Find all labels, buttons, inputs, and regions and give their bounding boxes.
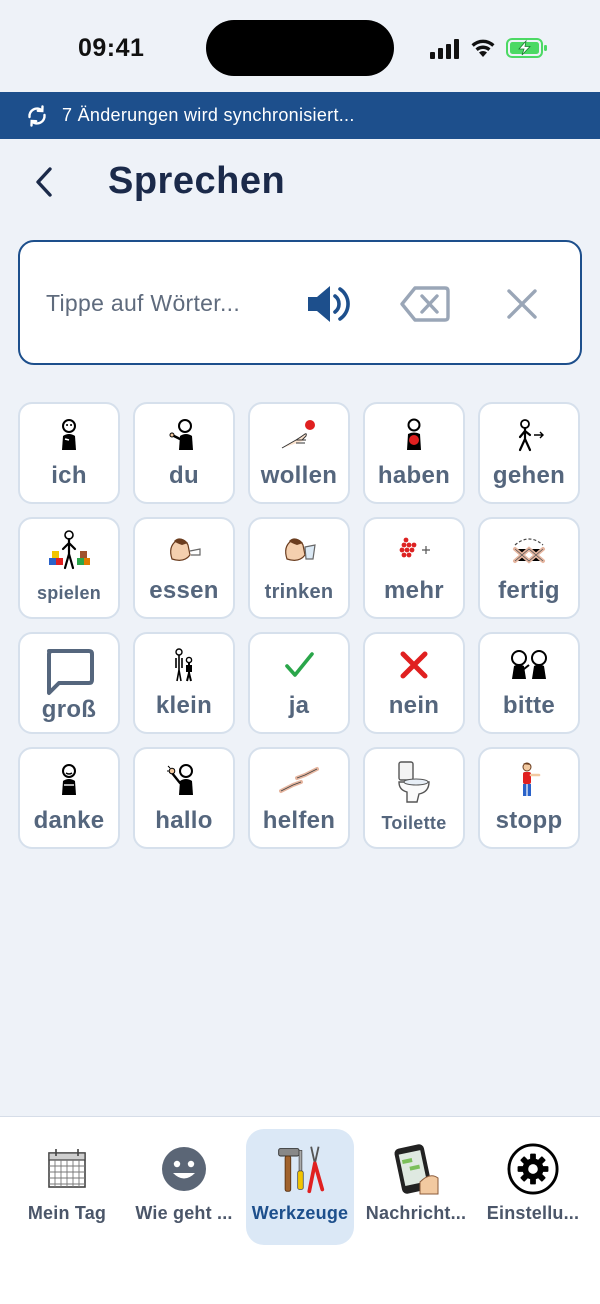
waving-icon — [135, 759, 233, 801]
word-label: nein — [388, 692, 440, 719]
word-label: ich — [51, 462, 87, 489]
word-label: danke — [33, 807, 105, 834]
word-label: bitte — [502, 692, 556, 719]
person-pointing-self-icon — [20, 414, 118, 456]
word-label: ja — [288, 692, 310, 719]
word-tile-stopp[interactable]: stopp — [478, 747, 580, 849]
word-tile-hallo[interactable]: hallo — [133, 747, 235, 849]
speaker-icon — [308, 286, 350, 322]
sentence-placeholder: Tippe auf Wörter... — [46, 290, 241, 316]
nav-item-werkzeuge[interactable]: Werkzeuge — [246, 1129, 354, 1245]
word-tile-essen[interactable]: essen — [133, 517, 235, 619]
word-label: helfen — [262, 807, 336, 834]
person-walking-icon — [480, 414, 578, 456]
stop-person-icon — [480, 759, 578, 801]
word-tile-gross[interactable]: groß — [18, 632, 120, 734]
word-label: spielen — [36, 583, 102, 603]
word-label: du — [169, 462, 199, 489]
sync-status-text: 7 Änderungen wird synchronisiert... — [62, 105, 355, 125]
word-label: hallo — [155, 807, 213, 834]
word-tile-fertig[interactable]: fertig — [478, 517, 580, 619]
calendar-icon — [41, 1143, 93, 1195]
word-label: trinken — [264, 581, 334, 603]
nav-label: Mein Tag — [27, 1203, 107, 1223]
please-icon — [480, 644, 578, 686]
cellular-signal-icon — [430, 39, 459, 59]
phone-message-icon — [390, 1143, 442, 1195]
person-drinking-icon — [250, 529, 348, 571]
word-label: wollen — [260, 462, 338, 489]
word-tile-klein[interactable]: klein — [133, 632, 235, 734]
nav-label: Wie geht ... — [135, 1203, 233, 1223]
word-tile-mehr[interactable]: mehr — [363, 517, 465, 619]
word-tile-wollen[interactable]: wollen — [248, 402, 350, 504]
word-tile-du[interactable]: du — [133, 402, 235, 504]
battery-charging-icon — [506, 38, 547, 58]
toilet-icon — [365, 759, 463, 805]
backspace-icon — [400, 286, 450, 322]
wifi-icon — [471, 39, 495, 57]
nav-item-nachrichten[interactable]: Nachricht... — [358, 1129, 474, 1245]
word-tile-haben[interactable]: haben — [363, 402, 465, 504]
word-label: mehr — [384, 577, 444, 604]
word-tile-spielen[interactable]: spielen — [18, 517, 120, 619]
page-title: Sprechen — [108, 160, 286, 202]
word-label: essen — [149, 577, 219, 604]
word-label: Toilette — [381, 813, 447, 833]
word-tile-ja[interactable]: ja — [248, 632, 350, 734]
sync-banner: 7 Änderungen wird synchronisiert... — [0, 92, 600, 139]
word-tile-ich[interactable]: ich — [18, 402, 120, 504]
child-playing-icon — [20, 529, 118, 571]
chevron-left-icon — [36, 167, 52, 197]
helping-hands-icon — [250, 759, 348, 801]
word-label: groß — [41, 696, 97, 723]
backspace-button[interactable] — [400, 284, 450, 324]
status-time: 09:41 — [78, 34, 145, 62]
word-label: fertig — [498, 577, 560, 604]
status-bar: 09:41 — [0, 0, 600, 92]
close-icon — [507, 289, 537, 319]
big-small-icon — [135, 644, 233, 686]
word-tile-gehen[interactable]: gehen — [478, 402, 580, 504]
speak-button[interactable] — [306, 282, 352, 326]
tools-icon — [274, 1143, 326, 1195]
word-grid: ich du wollen haben gehen spielen essen … — [18, 402, 580, 849]
settings-gear-icon — [507, 1143, 559, 1195]
more-icon — [365, 529, 463, 571]
sentence-input-box[interactable]: Tippe auf Wörter... — [18, 240, 582, 365]
person-holding-icon — [365, 414, 463, 456]
hand-reaching-icon — [250, 414, 348, 456]
dynamic-island — [206, 20, 394, 76]
person-eating-icon — [135, 529, 233, 571]
nav-label: Werkzeuge — [251, 1203, 349, 1223]
check-icon — [250, 644, 348, 686]
smiley-icon — [158, 1143, 210, 1195]
word-label: gehen — [492, 462, 566, 489]
nav-label: Nachricht... — [365, 1203, 467, 1223]
nav-item-mein-tag[interactable]: Mein Tag — [9, 1129, 125, 1245]
finished-icon — [480, 529, 578, 571]
word-tile-trinken[interactable]: trinken — [248, 517, 350, 619]
word-tile-toilette[interactable]: Toilette — [363, 747, 465, 849]
thank-you-icon — [20, 759, 118, 801]
word-label: stopp — [495, 807, 563, 834]
word-label: haben — [377, 462, 451, 489]
back-button[interactable] — [24, 160, 64, 204]
word-label: klein — [155, 692, 213, 719]
clear-button[interactable] — [504, 286, 540, 322]
word-tile-nein[interactable]: nein — [363, 632, 465, 734]
word-tile-bitte[interactable]: bitte — [478, 632, 580, 734]
cross-icon — [365, 644, 463, 686]
word-tile-danke[interactable]: danke — [18, 747, 120, 849]
word-tile-helfen[interactable]: helfen — [248, 747, 350, 849]
nav-item-einstellungen[interactable]: Einstellu... — [475, 1129, 591, 1245]
speech-bubble-icon — [20, 646, 118, 698]
person-pointing-you-icon — [135, 414, 233, 456]
bottom-navigation: Mein Tag Wie geht ... Werkzeuge Nachrich… — [0, 1116, 600, 1304]
nav-label: Einstellu... — [486, 1203, 580, 1223]
nav-item-wie-geht[interactable]: Wie geht ... — [126, 1129, 242, 1245]
sync-icon — [24, 103, 50, 129]
